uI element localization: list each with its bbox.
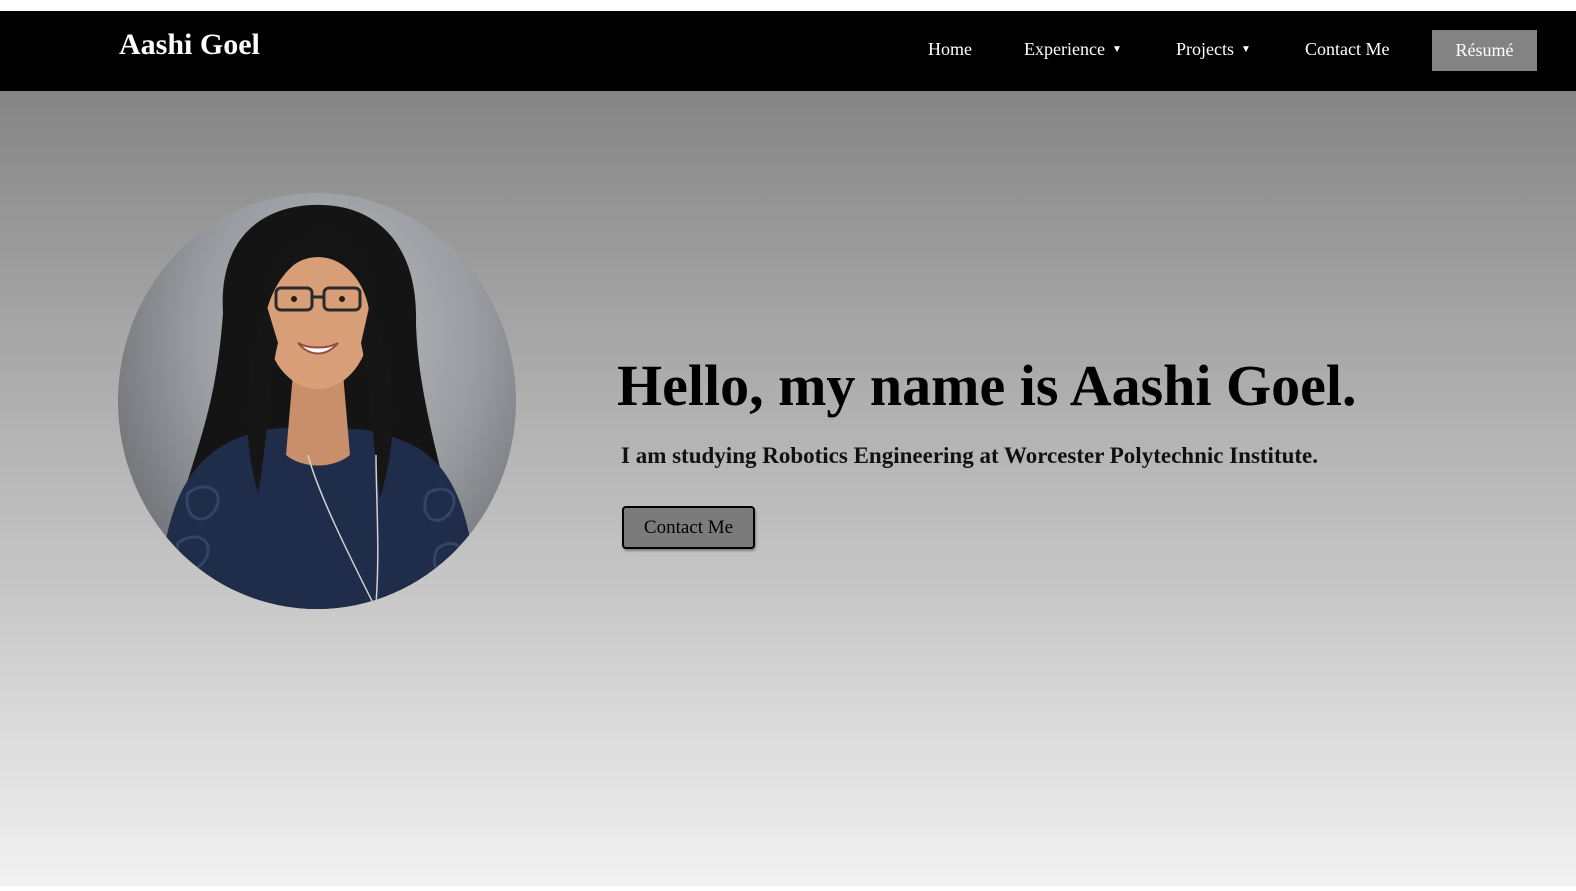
portrait-illustration [158, 204, 478, 609]
nav-home-label: Home [928, 39, 972, 59]
navbar: Aashi Goel Home Experience ▼ Projects ▼ Co… [0, 11, 1576, 91]
resume-button[interactable]: Résumé [1432, 30, 1537, 71]
brand-title[interactable]: Aashi Goel [119, 27, 260, 63]
hero-subline: I am studying Robotics Engineering at Wo… [621, 443, 1319, 468]
eye-left [291, 296, 297, 302]
top-strip [0, 0, 1576, 11]
caret-down-icon: ▼ [1111, 44, 1122, 55]
nav-home[interactable]: Home [928, 37, 972, 61]
nav-contact-me[interactable]: Contact Me [1305, 37, 1389, 61]
eye-right [339, 296, 345, 302]
nav-experience-label: Experience [1024, 39, 1105, 59]
caret-down-icon: ▼ [1241, 44, 1251, 55]
profile-photo [118, 193, 516, 609]
bottom-strip [0, 886, 1576, 891]
hero-section: Hello, my name is Aashi Goel. I am study… [0, 91, 1576, 886]
nav-contact-label: Contact Me [1305, 39, 1390, 59]
page: Aashi Goel Home Experience ▼ Projects ▼ Co… [0, 0, 1576, 891]
nav-experience-dropdown[interactable]: Experience ▼ [1024, 37, 1122, 62]
hero-headline: Hello, my name is Aashi Goel. [617, 353, 1357, 418]
nav-projects-dropdown[interactable]: Projects ▼ [1176, 37, 1251, 62]
contact-me-button[interactable]: Contact Me [622, 506, 755, 549]
nav-projects-label: Projects [1176, 39, 1234, 59]
